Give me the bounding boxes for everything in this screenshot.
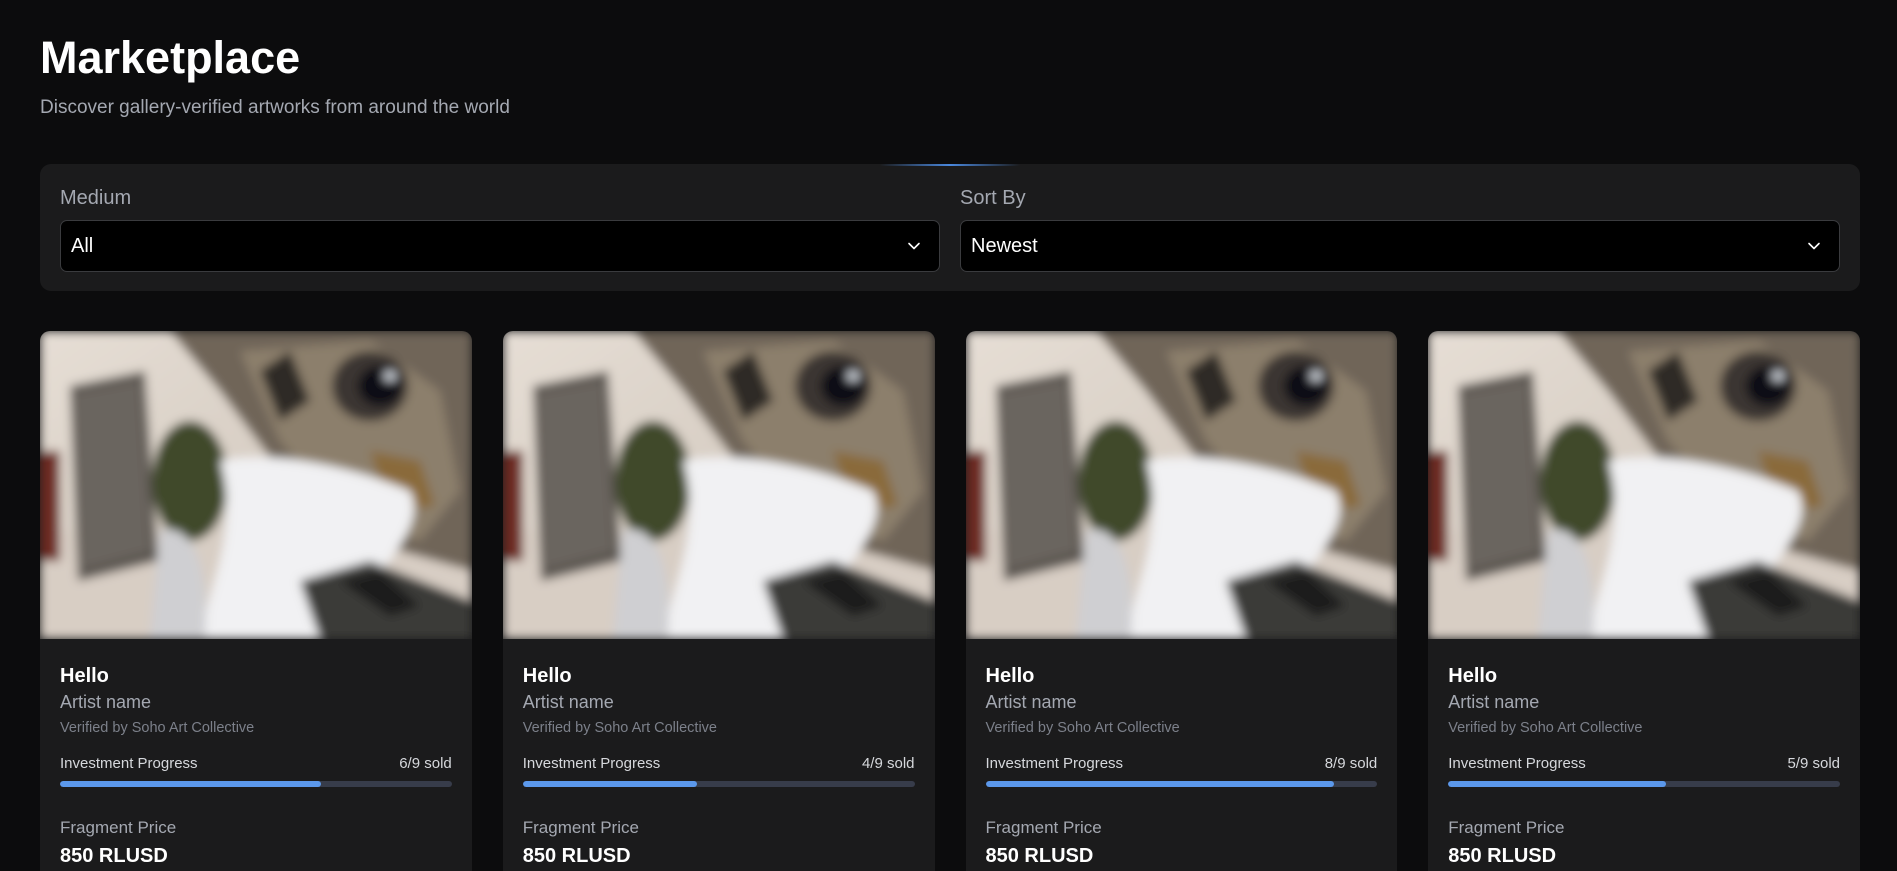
medium-label: Medium [60,187,132,209]
cat-photo [965,331,1398,639]
artist-name: Artist name [522,692,614,712]
sort-select-value: Newest [971,234,1038,257]
artwork-title: Hello [522,665,572,687]
progress-header: Investment Progress 6/9 sold [60,755,452,773]
chevron-down-icon [1808,242,1820,250]
sold-count: 8/9 sold [1324,755,1378,772]
progress-fill [1448,781,1666,787]
artwork-card[interactable]: Hello Artist name Verified by Soho Art C… [965,331,1398,871]
artwork-image[interactable] [1428,331,1860,639]
artwork-image[interactable] [40,331,472,639]
progress-header: Investment Progress 5/9 sold [1448,755,1840,773]
price-label: Fragment Price [1448,818,1565,837]
filter-panel: Medium All Sort By Newest [40,164,1860,291]
artwork-image[interactable] [965,331,1398,639]
artwork-title: Hello [60,665,109,687]
card-body: Hello Artist name Verified by Soho Art C… [40,639,472,868]
artwork-title: Hello [985,665,1035,687]
progress-bar [60,781,452,787]
verified-by: Verified by Soho Art Collective [985,720,1180,736]
price-label: Fragment Price [985,818,1102,837]
cat-photo [40,331,472,639]
progress-bar [1448,781,1840,787]
sort-label: Sort By [960,187,1026,209]
page-title: Marketplace [40,32,301,83]
price-label: Fragment Price [522,818,639,837]
progress-label: Investment Progress [985,755,1124,772]
artist-name: Artist name [60,692,152,712]
artwork-grid: Hello Artist name Verified by Soho Art C… [40,331,1860,871]
sold-count: 5/9 sold [1787,755,1840,772]
progress-fill [985,781,1334,787]
marketplace-page: Marketplace Discover gallery-verified ar… [0,0,1897,871]
price-value: 850 RLUSD [522,845,631,867]
verified-by: Verified by Soho Art Collective [522,720,717,736]
verified-by: Verified by Soho Art Collective [60,720,255,736]
chevron-down-icon [908,242,920,250]
cat-photo [1428,331,1860,639]
progress-bar [522,781,915,787]
page-subtitle: Discover gallery-verified artworks from … [40,97,510,118]
progress-fill [522,781,697,787]
progress-header: Investment Progress 8/9 sold [986,755,1378,773]
medium-select[interactable]: All [60,220,940,272]
card-body: Hello Artist name Verified by Soho Art C… [503,639,935,868]
card-body: Hello Artist name Verified by Soho Art C… [1428,639,1860,868]
sold-count: 4/9 sold [861,755,915,772]
progress-header: Investment Progress 4/9 sold [523,755,915,773]
artwork-image[interactable] [502,331,935,639]
artwork-card[interactable]: Hello Artist name Verified by Soho Art C… [502,331,935,871]
card-body: Hello Artist name Verified by Soho Art C… [966,639,1398,868]
price-value: 850 RLUSD [985,845,1094,867]
artist-name: Artist name [985,692,1077,712]
progress-label: Investment Progress [522,755,661,772]
progress-label: Investment Progress [1448,755,1586,772]
progress-label: Investment Progress [60,755,198,772]
progress-bar [985,781,1378,787]
cat-photo [502,331,935,639]
verified-by: Verified by Soho Art Collective [1448,720,1643,736]
artist-name: Artist name [1448,692,1540,712]
artwork-card[interactable]: Hello Artist name Verified by Soho Art C… [40,331,472,871]
sort-select[interactable]: Newest [960,220,1840,272]
price-value: 850 RLUSD [60,845,168,867]
progress-fill [60,781,322,787]
artwork-title: Hello [1448,665,1498,687]
sold-count: 6/9 sold [399,755,452,772]
price-label: Fragment Price [60,818,177,837]
artwork-card[interactable]: Hello Artist name Verified by Soho Art C… [1428,331,1860,871]
price-value: 850 RLUSD [1448,845,1557,867]
sort-filter: Sort By Newest [960,186,1840,291]
medium-filter: Medium All [60,186,940,291]
medium-select-value: All [71,234,94,257]
